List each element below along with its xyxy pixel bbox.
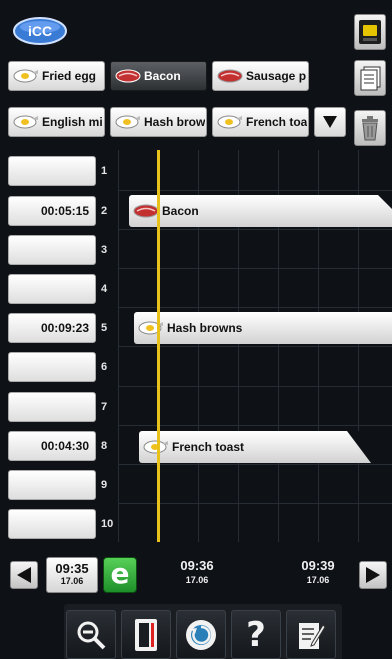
current-time: 09:35 bbox=[55, 561, 89, 576]
zoom-out-button[interactable] bbox=[66, 610, 116, 659]
slot-number: 8 bbox=[101, 440, 108, 452]
egg-icon bbox=[13, 69, 38, 83]
oven-display-button[interactable] bbox=[354, 14, 386, 50]
trash-icon bbox=[362, 116, 378, 141]
recipe-list-button[interactable] bbox=[354, 60, 386, 96]
bar-label: Bacon bbox=[162, 204, 199, 218]
notes-button[interactable] bbox=[286, 610, 336, 659]
rotate-icon bbox=[186, 619, 216, 650]
product-bacon[interactable]: Bacon bbox=[110, 61, 207, 91]
slot-timer-4[interactable] bbox=[8, 274, 96, 304]
egg-icon bbox=[13, 115, 38, 129]
meat-icon bbox=[133, 204, 159, 218]
product-english-muffin[interactable]: English mi bbox=[8, 107, 105, 137]
slot-number: 3 bbox=[101, 244, 108, 256]
icc-logo: iCC bbox=[12, 16, 68, 46]
product-hash-browns[interactable]: Hash brow bbox=[110, 107, 207, 137]
current-time-display[interactable]: 09:35 17.06 bbox=[46, 557, 98, 593]
slot-timer-10[interactable] bbox=[8, 509, 96, 539]
time-back-button[interactable] bbox=[10, 561, 38, 589]
slot-number: 7 bbox=[101, 401, 108, 413]
slot-number: 10 bbox=[101, 518, 114, 530]
triangle-right-icon bbox=[366, 567, 380, 583]
slot-timer-8[interactable]: 00:04:30 bbox=[8, 431, 96, 461]
product-fried-egg[interactable]: Fried egg bbox=[8, 61, 105, 91]
slot-number: 6 bbox=[101, 361, 108, 373]
egg-icon bbox=[143, 440, 168, 454]
schedule-bar-hash-browns[interactable]: Hash browns bbox=[134, 312, 392, 344]
tick-time: 09:36 bbox=[180, 558, 214, 573]
bar-end-cap bbox=[378, 195, 392, 209]
slot-timer-5[interactable]: 00:09:23 bbox=[8, 313, 96, 343]
current-date: 17.06 bbox=[60, 576, 84, 586]
tick-date: 17.06 bbox=[185, 575, 209, 585]
slot-timer-3[interactable] bbox=[8, 235, 96, 265]
slot-timer-1[interactable] bbox=[8, 156, 96, 186]
slot-number: 4 bbox=[101, 283, 108, 295]
timeline-tick: 09:39 17.06 bbox=[288, 558, 348, 585]
product-french-toast[interactable]: French toa bbox=[212, 107, 309, 137]
notes-icon bbox=[299, 622, 326, 649]
bar-end-cap bbox=[347, 431, 371, 463]
oven-display-icon bbox=[359, 20, 381, 44]
slot-number: 2 bbox=[101, 205, 108, 217]
slot-number: 9 bbox=[101, 479, 108, 491]
product-label: Fried egg bbox=[42, 69, 97, 83]
product-label: Hash brow bbox=[144, 115, 206, 129]
rotate-button[interactable] bbox=[176, 610, 226, 659]
product-label: Sausage p bbox=[246, 69, 307, 83]
product-label: Bacon bbox=[144, 69, 181, 83]
slot-timer-7[interactable] bbox=[8, 392, 96, 422]
help-button[interactable]: ? bbox=[231, 610, 281, 659]
meat-icon bbox=[115, 69, 141, 83]
egg-icon bbox=[138, 321, 163, 335]
timeline-tick: 09:36 17.06 bbox=[167, 558, 227, 585]
slot-timer-6[interactable] bbox=[8, 352, 96, 382]
recipe-list-icon bbox=[360, 66, 381, 91]
oven-icon bbox=[135, 618, 157, 651]
zoom-out-icon bbox=[77, 621, 106, 649]
tick-time: 09:39 bbox=[301, 558, 335, 573]
schedule-bar-french-toast[interactable]: French toast bbox=[139, 431, 371, 463]
current-time-line bbox=[157, 150, 160, 542]
slot-timer-9[interactable] bbox=[8, 470, 96, 500]
product-label: English mi bbox=[42, 115, 103, 129]
logo-text: iCC bbox=[28, 23, 52, 39]
triangle-down-icon bbox=[323, 116, 337, 128]
tick-date: 17.06 bbox=[306, 575, 330, 585]
slot-number: 1 bbox=[101, 165, 108, 177]
egg-icon bbox=[115, 115, 140, 129]
schedule-bar-bacon[interactable]: Bacon bbox=[129, 195, 392, 227]
product-sausage[interactable]: Sausage p bbox=[212, 61, 309, 91]
cooking-planner-screen: iCC Fried egg Bacon Sausage p English mi… bbox=[0, 0, 392, 659]
triangle-left-icon bbox=[17, 567, 31, 583]
bar-label: Hash browns bbox=[167, 321, 243, 335]
time-forward-button[interactable] bbox=[359, 561, 387, 589]
slot-timer-2[interactable]: 00:05:15 bbox=[8, 196, 96, 226]
eco-label: e bbox=[110, 557, 130, 590]
meat-icon bbox=[217, 69, 243, 83]
help-icon: ? bbox=[246, 614, 266, 655]
product-label: French toa bbox=[246, 115, 308, 129]
slot-number: 5 bbox=[101, 322, 108, 334]
oven-view-button[interactable] bbox=[121, 610, 171, 659]
eco-mode-button[interactable]: e bbox=[103, 557, 137, 593]
bar-label: French toast bbox=[172, 440, 245, 454]
delete-button[interactable] bbox=[354, 110, 386, 146]
egg-icon bbox=[217, 115, 242, 129]
scroll-down-button[interactable] bbox=[314, 107, 346, 137]
